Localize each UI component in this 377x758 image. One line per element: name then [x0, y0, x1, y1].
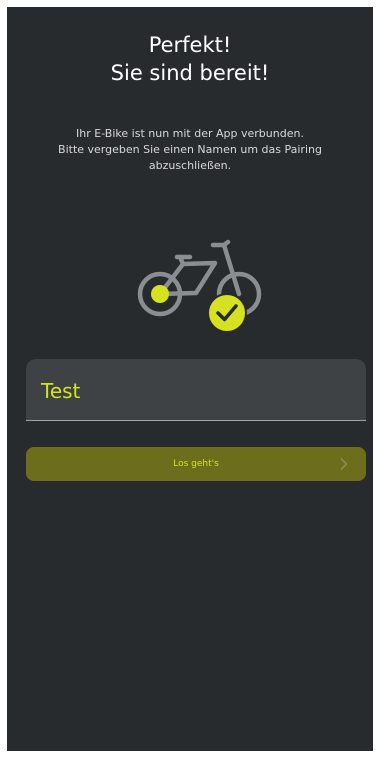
page-title: Perfekt! Sie sind bereit! [7, 31, 373, 87]
pairing-complete-screen: Perfekt! Sie sind bereit! Ihr E-Bike ist… [7, 7, 373, 751]
intro-line-3: abzuschließen. [148, 159, 232, 172]
bike-name-field[interactable]: Test [26, 359, 366, 421]
bike-connected-check-icon [137, 239, 262, 333]
bike-name-value[interactable]: Test [41, 379, 80, 403]
title-line-1: Perfekt! [148, 33, 232, 57]
lets-go-button-label: Los geht's [173, 459, 219, 469]
chevron-right-icon [340, 458, 348, 470]
title-line-2: Sie sind bereit! [110, 61, 270, 85]
lets-go-button[interactable]: Los geht's [26, 447, 366, 481]
intro-text: Ihr E-Bike ist nun mit der App verbunden… [7, 126, 373, 174]
intro-line-2: Bitte vergeben Sie einen Namen um das Pa… [58, 143, 322, 156]
intro-line-1: Ihr E-Bike ist nun mit der App verbunden… [76, 127, 304, 140]
